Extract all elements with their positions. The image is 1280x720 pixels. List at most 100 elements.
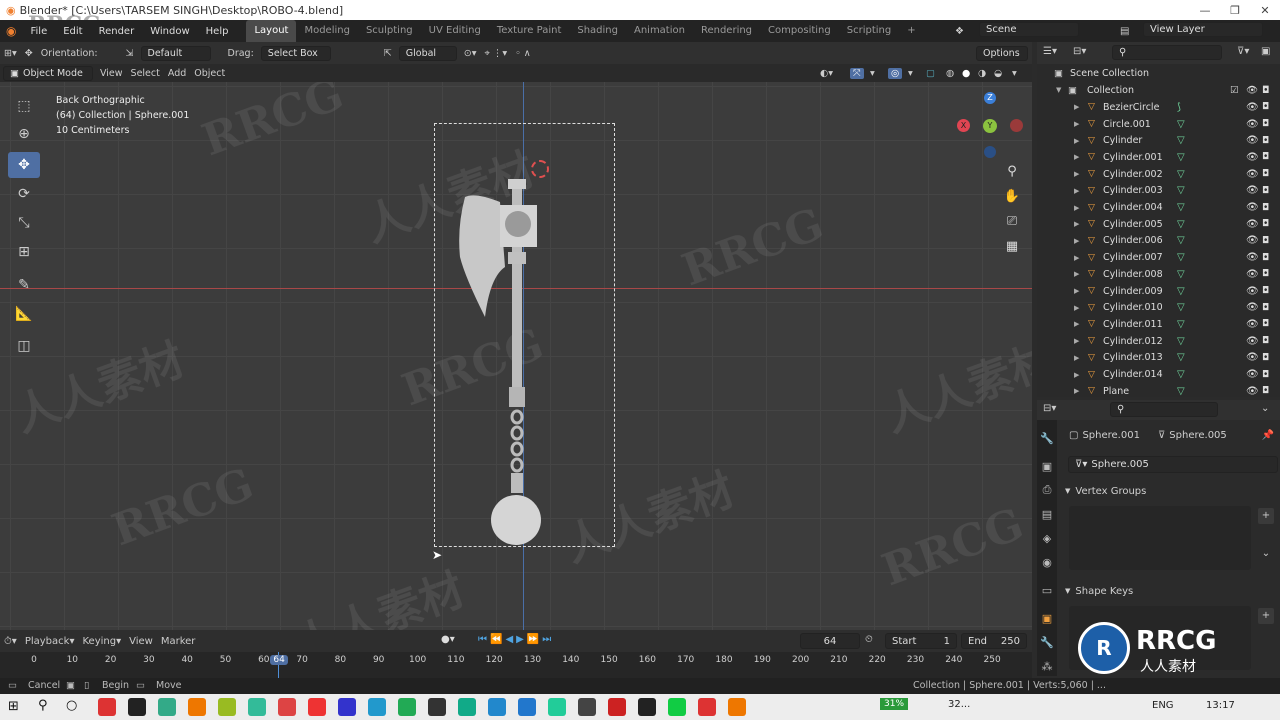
camera-icon[interactable]: ◘ bbox=[1262, 102, 1269, 112]
filter-icon[interactable]: ⊽▾ bbox=[1237, 46, 1249, 57]
tab-texture-paint[interactable]: Texture Paint bbox=[489, 20, 570, 42]
outliner-item[interactable]: ▶ ▽ Cylinder.008 ▽ 👁 ◘ bbox=[1037, 266, 1280, 283]
tab-layout[interactable]: Layout bbox=[246, 20, 297, 42]
view-layer-selector[interactable]: View Layer bbox=[1143, 22, 1263, 37]
object-tab-icon[interactable]: ▣ bbox=[1039, 610, 1055, 626]
eye-icon[interactable]: 👁 bbox=[1246, 169, 1259, 180]
blender-icon[interactable] bbox=[728, 698, 746, 716]
app-icon[interactable] bbox=[608, 698, 626, 716]
drag-dropdown[interactable]: Select Box bbox=[260, 45, 331, 61]
start-frame-field[interactable]: Start 1 bbox=[885, 633, 957, 649]
outliner-item[interactable]: ▶ ▽ Cylinder.009 ▽ 👁 ◘ bbox=[1037, 283, 1280, 300]
camera-icon[interactable]: ◘ bbox=[1262, 286, 1269, 296]
terminal-icon[interactable] bbox=[128, 698, 146, 716]
eye-icon[interactable]: 👁 bbox=[1246, 302, 1259, 313]
outliner-collection[interactable]: ▼ ▣ Collection ☑ 👁 ◘ bbox=[1037, 82, 1280, 99]
camera-icon[interactable]: ◘ bbox=[1262, 203, 1269, 213]
eye-icon[interactable]: 👁 bbox=[1246, 102, 1259, 113]
expand-icon[interactable]: ▶ bbox=[1074, 170, 1079, 178]
timeline-ruler[interactable]: 0 10 20 30 40 50 60 64 70 80 90 100 110 120 130 140 150 1… bbox=[0, 652, 1032, 678]
camera-icon[interactable]: ◘ bbox=[1262, 152, 1269, 162]
language-indicator[interactable]: ENG bbox=[1152, 700, 1174, 711]
expand-icon[interactable]: ▶ bbox=[1074, 120, 1079, 128]
app-icon[interactable] bbox=[368, 698, 386, 716]
orientation-dropdown[interactable]: Default bbox=[140, 45, 211, 61]
marker-menu[interactable]: Marker bbox=[161, 636, 196, 647]
end-frame-field[interactable]: End 250 bbox=[961, 633, 1027, 649]
modifier-tab-icon[interactable]: 🔧 bbox=[1039, 634, 1055, 650]
eye-icon[interactable]: 👁 bbox=[1246, 152, 1259, 163]
zoom-icon[interactable]: ⚲ bbox=[1001, 160, 1023, 182]
output-tab-icon[interactable]: ⎙ bbox=[1039, 482, 1055, 498]
transform-orientation-dropdown[interactable]: Global bbox=[398, 45, 457, 61]
material-shading-icon[interactable]: ◑ bbox=[978, 68, 986, 79]
object-mode-dropdown[interactable]: ▣ Object Mode bbox=[3, 65, 93, 81]
minimize-icon[interactable]: — bbox=[1190, 0, 1220, 20]
overlay-dropdown-icon[interactable]: ▾ bbox=[908, 68, 913, 79]
gizmo-neg-z[interactable] bbox=[984, 146, 996, 158]
blender-menu-icon[interactable]: ◉ bbox=[0, 24, 22, 38]
app-icon[interactable] bbox=[698, 698, 716, 716]
ortho-grid-icon[interactable]: ▦ bbox=[1001, 235, 1023, 257]
eye-icon[interactable]: 👁 bbox=[1246, 202, 1259, 213]
tool-tab-icon[interactable]: 🔧 bbox=[1039, 430, 1055, 446]
outliner-item[interactable]: ▶ ▽ Plane ▽ 👁 ◘ bbox=[1037, 383, 1280, 400]
camera-icon[interactable]: ◘ bbox=[1262, 119, 1269, 129]
weather-widget[interactable]: 32... bbox=[948, 699, 970, 710]
gizmo-neg-x[interactable] bbox=[1010, 119, 1023, 132]
overlay-toggle-icon[interactable]: ◎ bbox=[888, 67, 903, 79]
timeline-editor-icon[interactable]: ⏱▾ bbox=[4, 636, 17, 647]
menu-object[interactable]: Object bbox=[194, 68, 225, 79]
app-icon[interactable] bbox=[248, 698, 266, 716]
wireframe-shading-icon[interactable]: ◍ bbox=[946, 68, 954, 79]
outliner-item[interactable]: ▶ ▽ Cylinder.004 ▽ 👁 ◘ bbox=[1037, 199, 1280, 216]
options-dropdown[interactable]: Options bbox=[976, 45, 1028, 61]
camera-icon[interactable]: ◘ bbox=[1262, 303, 1269, 313]
app-icon[interactable] bbox=[668, 698, 686, 716]
add-shape-key-button[interactable]: + bbox=[1258, 608, 1274, 624]
menu-view[interactable]: View bbox=[100, 68, 123, 79]
checkbox-icon[interactable]: ☑ bbox=[1230, 85, 1239, 96]
properties-search-input[interactable]: ⚲ bbox=[1110, 402, 1218, 417]
preview-range-icon[interactable]: ⏲ bbox=[865, 634, 873, 645]
new-collection-icon[interactable]: ▣ bbox=[1261, 46, 1270, 57]
outliner-item[interactable]: ▶ ▽ Cylinder.014 ▽ 👁 ◘ bbox=[1037, 366, 1280, 383]
outliner-item[interactable]: ▶ ▽ Cylinder.002 ▽ 👁 ◘ bbox=[1037, 166, 1280, 183]
expand-icon[interactable]: ▶ bbox=[1074, 187, 1079, 195]
tab-compositing[interactable]: Compositing bbox=[760, 20, 839, 42]
battery-widget[interactable]: 31% bbox=[880, 698, 909, 710]
menu-edit[interactable]: Edit bbox=[55, 26, 90, 37]
camera-icon[interactable]: ◘ bbox=[1262, 219, 1269, 229]
camera-icon[interactable]: ◘ bbox=[1262, 136, 1269, 146]
app-icon[interactable] bbox=[398, 698, 416, 716]
pivot-point-icon[interactable]: ⊙▾ bbox=[464, 48, 477, 59]
snap-icon[interactable]: ⌖ ⋮▾ bbox=[485, 48, 508, 59]
collection-tab-icon[interactable]: ▭ bbox=[1039, 582, 1055, 598]
menu-render[interactable]: Render bbox=[91, 26, 143, 37]
editor-type-icon[interactable]: ⊞▾ bbox=[4, 48, 17, 59]
tab-shading[interactable]: Shading bbox=[569, 20, 626, 42]
gizmo-toggle-icon[interactable]: ⤧ bbox=[850, 67, 864, 79]
vertex-groups-panel-header[interactable]: ▼ Vertex Groups bbox=[1065, 482, 1280, 500]
expand-icon[interactable]: ▶ bbox=[1074, 137, 1079, 145]
youtube-icon[interactable] bbox=[98, 698, 116, 716]
menu-file[interactable]: File bbox=[22, 26, 55, 37]
outliner-item[interactable]: ▶ ▽ Cylinder.007 ▽ 👁 ◘ bbox=[1037, 249, 1280, 266]
camera-icon[interactable]: ◘ bbox=[1262, 269, 1269, 279]
expand-icon[interactable]: ▶ bbox=[1074, 304, 1079, 312]
expand-icon[interactable]: ▶ bbox=[1074, 354, 1079, 362]
menu-help[interactable]: Help bbox=[198, 26, 237, 37]
vertex-groups-list[interactable] bbox=[1069, 506, 1251, 570]
outliner-item[interactable]: ▶ ▽ Cylinder.013 ▽ 👁 ◘ bbox=[1037, 350, 1280, 367]
vertex-group-menu-icon[interactable]: ⌄ bbox=[1258, 546, 1274, 562]
expand-icon[interactable]: ▶ bbox=[1074, 320, 1079, 328]
current-frame-field[interactable]: 64 bbox=[800, 633, 860, 649]
camera-icon[interactable]: ◘ bbox=[1262, 353, 1269, 363]
gizmo-dropdown-icon[interactable]: ▾ bbox=[870, 68, 875, 79]
expand-icon[interactable]: ▶ bbox=[1074, 287, 1079, 295]
windows-start-icon[interactable]: ⊞ bbox=[8, 699, 19, 714]
shape-keys-panel-header[interactable]: ▼ Shape Keys bbox=[1065, 582, 1280, 600]
app-icon[interactable] bbox=[278, 698, 296, 716]
outliner-item[interactable]: ▶ ▽ Cylinder.001 ▽ 👁 ◘ bbox=[1037, 149, 1280, 166]
outliner-scene-collection[interactable]: ▣ Scene Collection bbox=[1037, 65, 1280, 82]
